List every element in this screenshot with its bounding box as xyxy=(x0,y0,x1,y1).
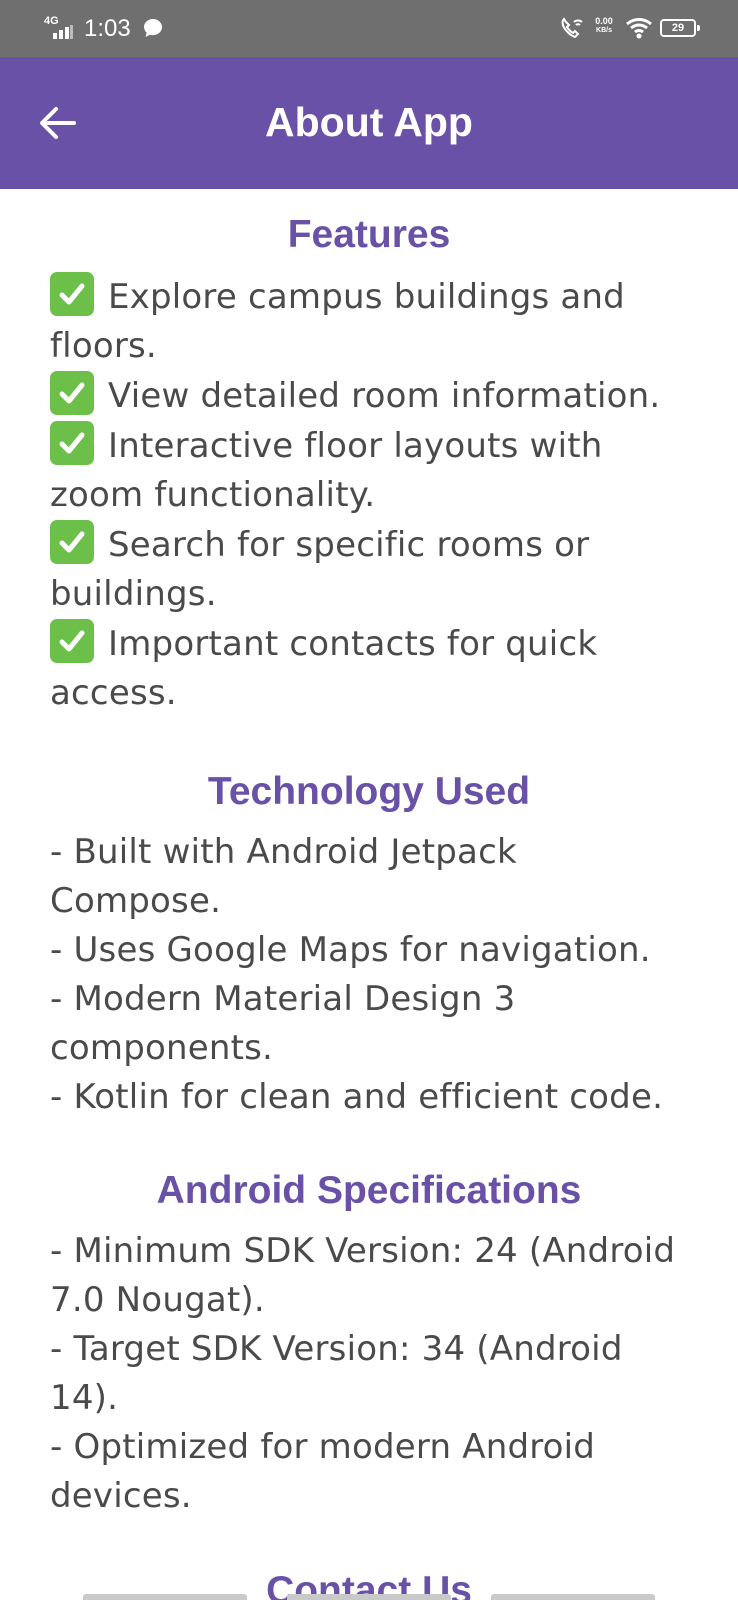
android-spec-item: - Minimum SDK Version: 24 (Android 7.0 N… xyxy=(50,1231,676,1320)
page-title: About App xyxy=(265,99,473,145)
technology-item: - Built with Android Jetpack Compose. xyxy=(50,832,517,921)
check-mark-icon xyxy=(50,371,94,415)
contact-buttons-edge xyxy=(83,1590,655,1600)
feature-item: Search for specific rooms or buildings. xyxy=(50,520,688,619)
technology-item: - Modern Material Design 3 components. xyxy=(50,979,516,1068)
network-speed: 0.00 KB/s xyxy=(595,16,613,35)
wifi-icon xyxy=(626,18,652,39)
feature-item: Interactive floor layouts with zoom func… xyxy=(50,421,688,520)
feature-item: Important contacts for quick access. xyxy=(50,619,688,718)
technology-item: - Uses Google Maps for navigation. xyxy=(50,930,651,970)
feature-item: View detailed room information. xyxy=(50,371,688,421)
message-icon xyxy=(144,19,162,37)
android-spec-item: - Target SDK Version: 34 (Android 14). xyxy=(50,1329,623,1418)
features-section: Features Explore campus buildings and fl… xyxy=(0,210,738,718)
check-mark-icon xyxy=(50,520,94,564)
technology-section: Technology Used - Built with Android Jet… xyxy=(0,767,738,1122)
wifi-call-icon xyxy=(561,17,583,39)
contact-button-top[interactable] xyxy=(287,1594,451,1600)
check-mark-icon xyxy=(50,619,94,663)
technology-item: - Kotlin for clean and efficient code. xyxy=(50,1077,664,1117)
android-specs-title: Android Specifications xyxy=(156,1169,582,1212)
android-specs-section: Android Specifications - Minimum SDK Ver… xyxy=(0,1166,738,1521)
app-bar: About App xyxy=(0,57,738,189)
feature-item: Explore campus buildings and floors. xyxy=(50,272,688,371)
check-mark-icon xyxy=(50,421,94,465)
check-mark-icon xyxy=(50,272,94,316)
signal-icon xyxy=(53,25,73,39)
status-bar: 4G 1:03 0.00 KB/s 29 xyxy=(0,0,738,57)
clock: 1:03 xyxy=(84,15,131,42)
contact-button-top[interactable] xyxy=(491,1594,655,1600)
battery-indicator: 29 xyxy=(660,19,700,37)
android-spec-item: - Optimized for modern Android devices. xyxy=(50,1427,596,1516)
about-content[interactable]: Features Explore campus buildings and fl… xyxy=(0,189,738,1600)
technology-title: Technology Used xyxy=(207,770,531,813)
features-title: Features xyxy=(287,213,451,256)
contact-button-top[interactable] xyxy=(83,1594,247,1600)
